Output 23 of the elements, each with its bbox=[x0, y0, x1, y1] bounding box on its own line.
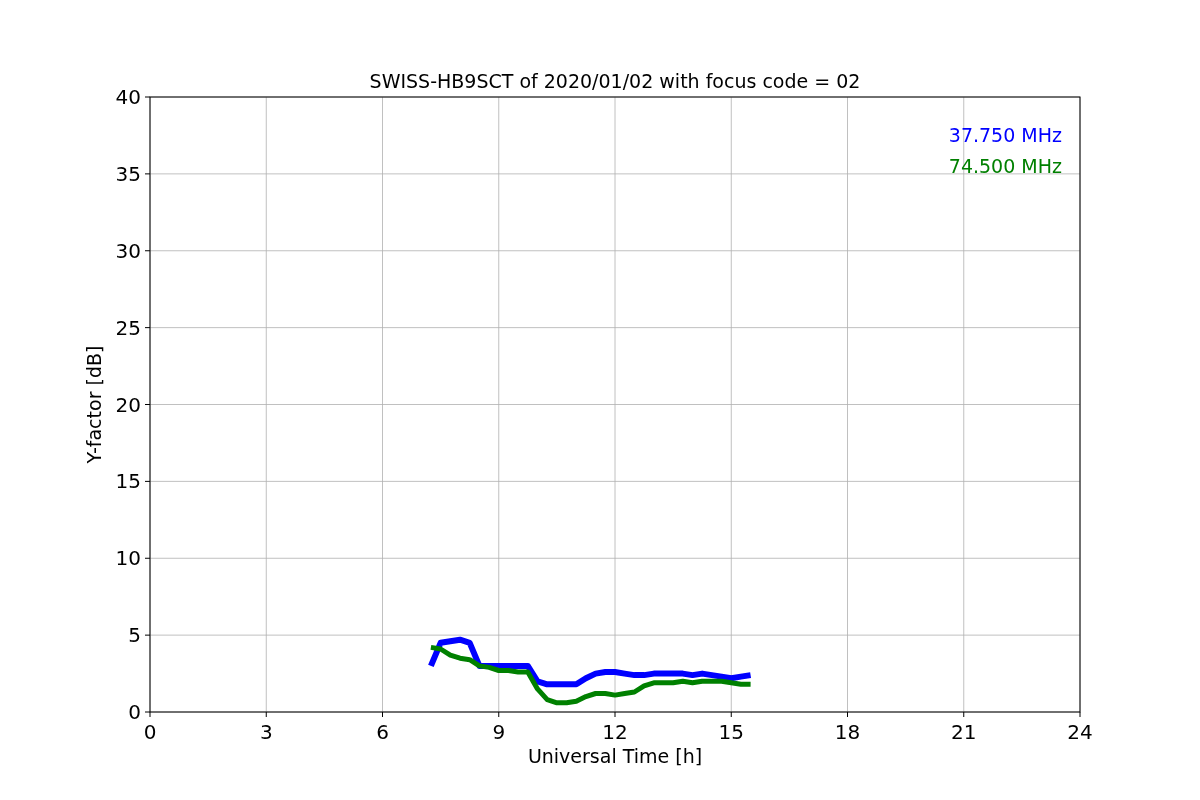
x-tick-label: 18 bbox=[834, 720, 861, 744]
y-tick-label: 10 bbox=[115, 546, 141, 571]
x-tick-label: 24 bbox=[1067, 720, 1093, 744]
y-tick-label: 30 bbox=[115, 238, 141, 263]
legend-label: 74.500 MHz bbox=[948, 155, 1062, 177]
y-tick-label: 20 bbox=[115, 392, 141, 417]
y-tick-label: 25 bbox=[115, 315, 141, 340]
x-tick-label: 9 bbox=[492, 720, 506, 744]
y-tick-label: 40 bbox=[115, 85, 141, 109]
y-axis-label: Y-factor [dB] bbox=[83, 345, 105, 464]
x-tick-label: 15 bbox=[718, 720, 744, 744]
x-tick-label: 6 bbox=[376, 720, 389, 744]
y-tick-label: 0 bbox=[128, 700, 141, 724]
y-tick-label: 15 bbox=[115, 469, 141, 494]
x-tick-label: 0 bbox=[143, 720, 157, 744]
legend-label: 37.750 MHz bbox=[948, 124, 1062, 146]
x-tick-label: 3 bbox=[259, 720, 273, 744]
y-tick-label: 35 bbox=[115, 161, 141, 186]
chart-title: SWISS-HB9SCT of 2020/01/02 with focus code = 02 bbox=[369, 70, 861, 92]
y-tick-label: 5 bbox=[128, 623, 141, 648]
x-tick-label: 21 bbox=[951, 720, 977, 744]
x-axis-label: Universal Time [h] bbox=[527, 745, 703, 767]
x-tick-label: 12 bbox=[602, 720, 628, 744]
